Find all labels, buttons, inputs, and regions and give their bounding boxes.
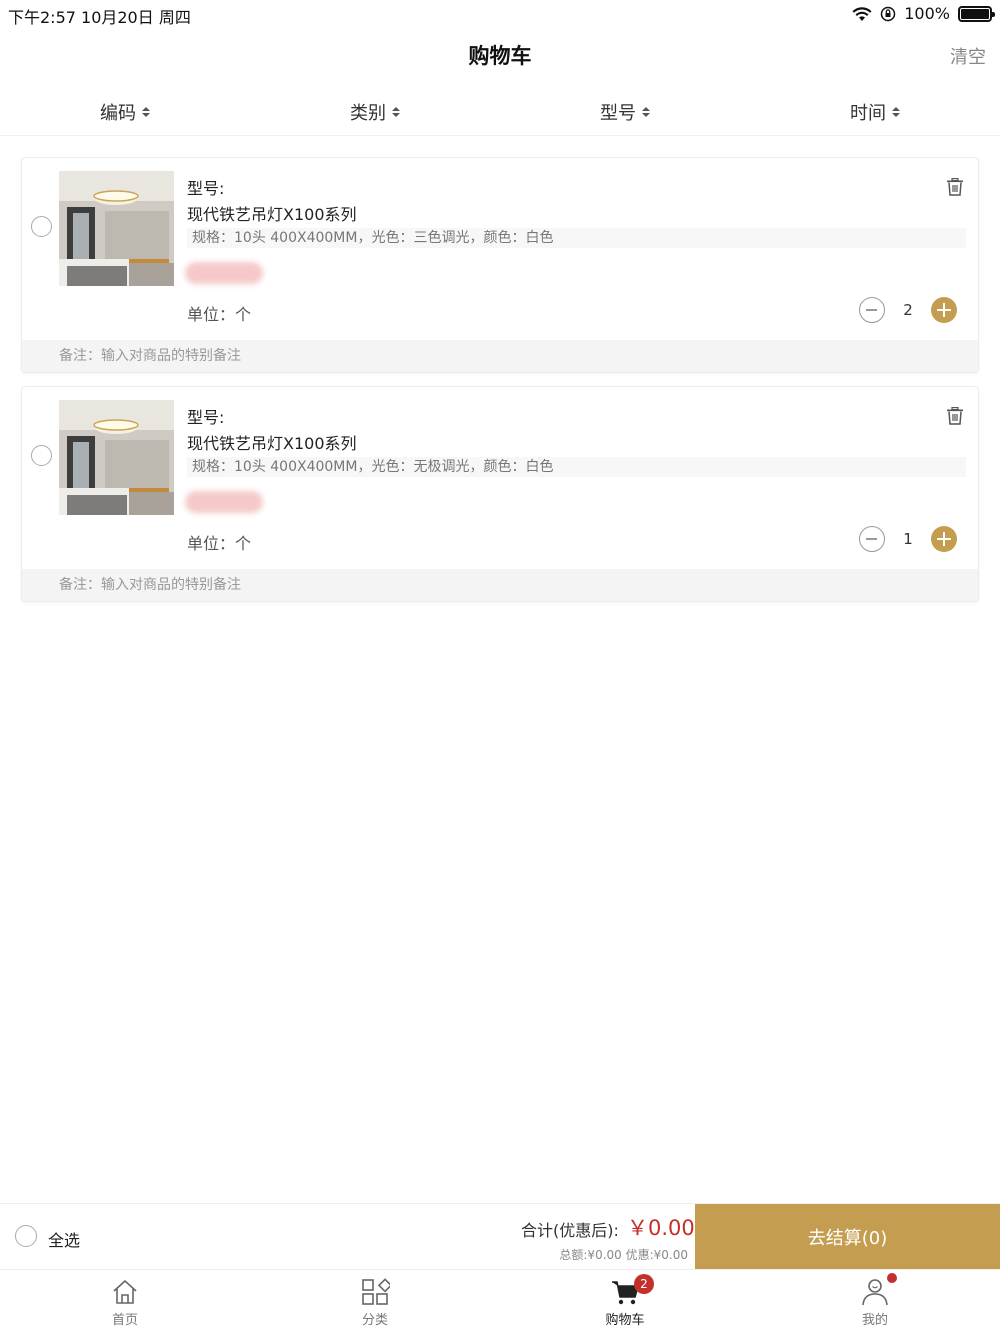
product-unit: 单位：个 (187, 534, 252, 553)
status-bar: 下午2:57 10月20日 周四 100% (0, 0, 1000, 28)
product-spec: 规格：10头 400X400MM，光色：三色调光，颜色：白色 (187, 228, 966, 248)
product-name[interactable]: 现代铁艺吊灯X100系列 (187, 430, 357, 454)
sort-label: 类别 (350, 102, 386, 124)
item-select-radio[interactable] (31, 216, 52, 237)
wifi-icon (852, 6, 872, 21)
sort-by-category[interactable]: 类别 (250, 88, 500, 135)
tab-bar: 首页 分类 购物车 2 我的 (0, 1269, 1000, 1334)
checkout-bar: 全选 合计(优惠后): ￥0.00 总额:¥0.00 优惠:¥0.00 去结算(… (0, 1203, 1000, 1270)
total-amount: ￥0.00 (627, 1216, 695, 1240)
category-icon (362, 1278, 390, 1305)
home-icon (113, 1280, 137, 1304)
tab-category[interactable]: 分类 (250, 1270, 500, 1334)
item-select-radio[interactable] (31, 445, 52, 466)
battery-icon (958, 5, 995, 22)
product-spec: 规格：10头 400X400MM，光色：无极调光，颜色：白色 (187, 457, 966, 477)
clear-cart-button[interactable]: 清空 (950, 43, 986, 69)
status-indicators: 100% (852, 4, 995, 23)
product-name[interactable]: 现代铁艺吊灯X100系列 (187, 201, 357, 225)
quantity-value: 2 (903, 301, 913, 319)
model-label: 型号: (187, 408, 225, 427)
tab-cart[interactable]: 购物车 2 (500, 1270, 750, 1334)
sort-arrows-icon (392, 106, 400, 117)
select-all-radio[interactable] (15, 1225, 37, 1247)
battery-percent: 100% (904, 4, 950, 23)
note-input[interactable]: 备注：输入对商品的特别备注 (22, 569, 978, 601)
increase-quantity-button[interactable] (931, 526, 957, 552)
checkout-button[interactable]: 去结算(0) (695, 1204, 1000, 1270)
user-icon (862, 1279, 888, 1306)
price-blurred (185, 262, 263, 284)
tab-label: 购物车 (605, 1313, 645, 1328)
sort-arrows-icon (892, 106, 900, 117)
product-image[interactable] (59, 171, 174, 286)
note-input[interactable]: 备注：输入对商品的特别备注 (22, 340, 978, 372)
tab-label: 分类 (361, 1313, 388, 1328)
quantity-value: 1 (903, 530, 913, 548)
cart-item: 型号: 现代铁艺吊灯X100系列 规格：10头 400X400MM，光色：无极调… (21, 386, 979, 602)
notification-dot (887, 1273, 897, 1283)
quantity-stepper: 1 (859, 526, 957, 552)
total-label: 合计(优惠后): (521, 1221, 619, 1240)
subtotal-discount: 总额:¥0.00 优惠:¥0.00 (559, 1248, 688, 1262)
quantity-stepper: 2 (859, 297, 957, 323)
orientation-lock-icon (881, 6, 896, 21)
page-title: 购物车 (468, 44, 532, 68)
tab-home[interactable]: 首页 (0, 1270, 250, 1334)
sort-by-model[interactable]: 型号 (500, 88, 750, 135)
tab-label: 我的 (861, 1313, 888, 1328)
sort-label: 型号 (600, 102, 636, 124)
select-all-label[interactable]: 全选 (48, 1227, 80, 1251)
decrease-quantity-button[interactable] (859, 526, 885, 552)
decrease-quantity-button[interactable] (859, 297, 885, 323)
sort-label: 编码 (100, 102, 136, 124)
tab-label: 首页 (111, 1313, 138, 1328)
delete-icon[interactable] (946, 407, 964, 425)
cart-count-badge: 2 (634, 1274, 654, 1294)
delete-icon[interactable] (946, 178, 964, 196)
product-image[interactable] (59, 400, 174, 515)
sort-label: 时间 (850, 102, 886, 124)
model-label: 型号: (187, 179, 225, 198)
sort-by-code[interactable]: 编码 (0, 88, 250, 135)
sort-bar: 编码 类别 型号 时间 (0, 88, 1000, 136)
tab-profile[interactable]: 我的 (750, 1270, 1000, 1334)
sort-by-time[interactable]: 时间 (750, 88, 1000, 135)
sort-arrows-icon (642, 106, 650, 117)
sort-arrows-icon (142, 106, 150, 117)
cart-item: 型号: 现代铁艺吊灯X100系列 规格：10头 400X400MM，光色：三色调… (21, 157, 979, 373)
price-blurred (185, 491, 263, 513)
status-time: 下午2:57 10月20日 周四 (8, 8, 191, 27)
increase-quantity-button[interactable] (931, 297, 957, 323)
product-unit: 单位：个 (187, 305, 252, 324)
